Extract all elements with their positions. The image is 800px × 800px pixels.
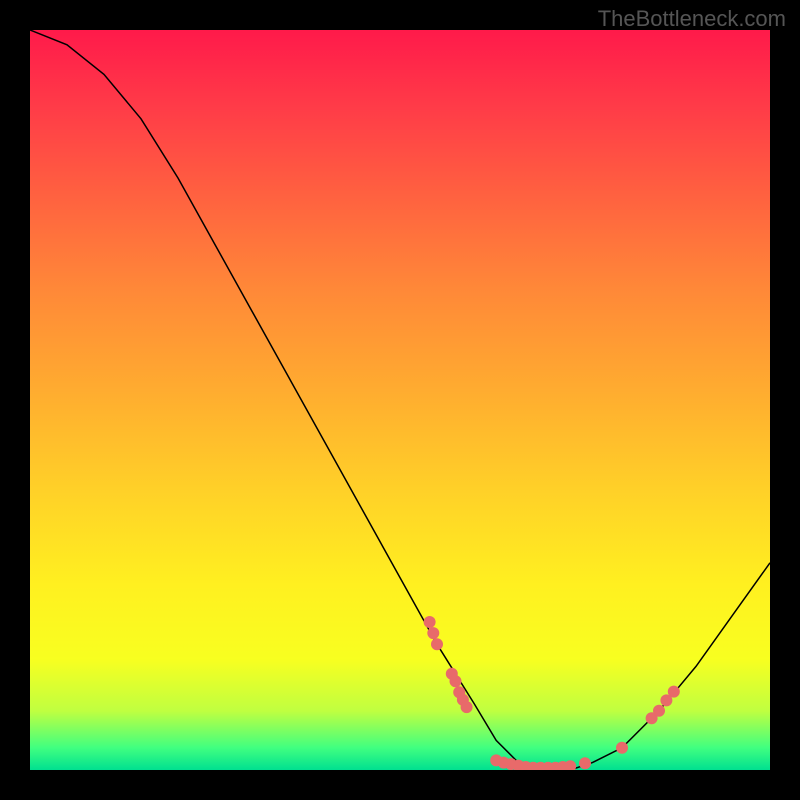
data-point [564, 760, 576, 770]
data-point [461, 701, 473, 713]
data-point [616, 742, 628, 754]
watermark-text: TheBottleneck.com [598, 6, 786, 32]
data-point [450, 675, 462, 687]
data-point [424, 616, 436, 628]
bottleneck-curve [30, 30, 770, 770]
data-point [668, 686, 680, 698]
data-point [427, 627, 439, 639]
data-point [653, 705, 665, 717]
data-point [579, 757, 591, 769]
plot-area [30, 30, 770, 770]
chart-svg [30, 30, 770, 770]
data-point [431, 638, 443, 650]
highlight-dots [424, 616, 680, 770]
